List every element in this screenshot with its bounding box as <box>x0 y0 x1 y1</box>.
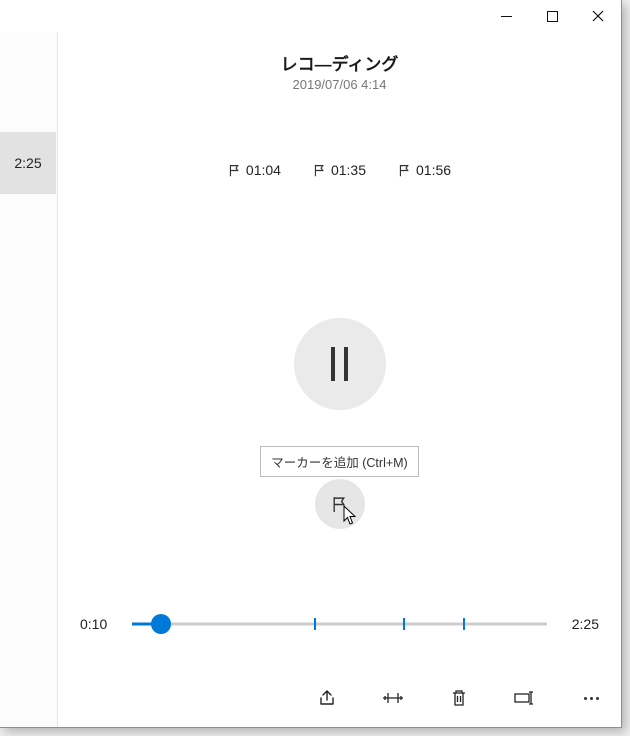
timeline-track[interactable] <box>132 610 547 638</box>
close-icon <box>592 10 604 22</box>
total-time: 2:25 <box>557 616 599 632</box>
recording-list-item[interactable]: 2:25 <box>0 132 56 194</box>
marker-time: 01:04 <box>246 162 281 178</box>
titlebar <box>0 0 621 32</box>
timeline-marker-tick[interactable] <box>463 618 465 630</box>
trim-button[interactable] <box>381 684 405 712</box>
recording-item-duration: 2:25 <box>14 155 41 171</box>
rename-button[interactable] <box>513 684 537 712</box>
marker-time: 01:35 <box>331 162 366 178</box>
bottom-toolbar <box>58 673 621 723</box>
minimize-button[interactable] <box>483 0 529 32</box>
rename-icon <box>514 691 536 705</box>
add-marker-button[interactable] <box>315 479 365 529</box>
maximize-icon <box>547 11 558 22</box>
share-button[interactable] <box>315 684 339 712</box>
marker-item[interactable]: 01:04 <box>228 162 281 178</box>
app-window: 2:25 レコ―ディング 2019/07/06 4:14 01:04 01:35… <box>0 0 622 728</box>
close-button[interactable] <box>575 0 621 32</box>
sidebar: 2:25 <box>0 32 58 727</box>
ellipsis-icon <box>584 697 599 700</box>
more-button[interactable] <box>579 684 603 712</box>
timeline-marker-tick[interactable] <box>403 618 405 630</box>
play-pause-button[interactable] <box>294 318 386 410</box>
pause-icon <box>331 347 348 381</box>
marker-time: 01:56 <box>416 162 451 178</box>
cursor-icon <box>343 505 359 527</box>
timeline-marker-tick[interactable] <box>314 618 316 630</box>
timeline: 0:10 2:25 <box>58 610 621 638</box>
timeline-knob[interactable] <box>151 614 171 634</box>
markers-row: 01:04 01:35 01:56 <box>228 162 451 178</box>
share-icon <box>317 688 337 708</box>
flag-icon <box>228 164 241 177</box>
tooltip: マーカーを追加 (Ctrl+M) <box>260 446 418 477</box>
maximize-button[interactable] <box>529 0 575 32</box>
minimize-icon <box>501 11 512 22</box>
marker-item[interactable]: 01:35 <box>313 162 366 178</box>
marker-item[interactable]: 01:56 <box>398 162 451 178</box>
delete-button[interactable] <box>447 684 471 712</box>
flag-icon <box>398 164 411 177</box>
recording-title: レコ―ディング <box>281 50 399 75</box>
timeline-rail <box>132 623 547 626</box>
flag-icon <box>313 164 326 177</box>
recording-datetime: 2019/07/06 4:14 <box>293 77 387 92</box>
tooltip-text: マーカーを追加 (Ctrl+M) <box>271 456 407 470</box>
trash-icon <box>451 689 467 707</box>
current-time: 0:10 <box>80 616 122 632</box>
trim-icon <box>382 690 404 706</box>
